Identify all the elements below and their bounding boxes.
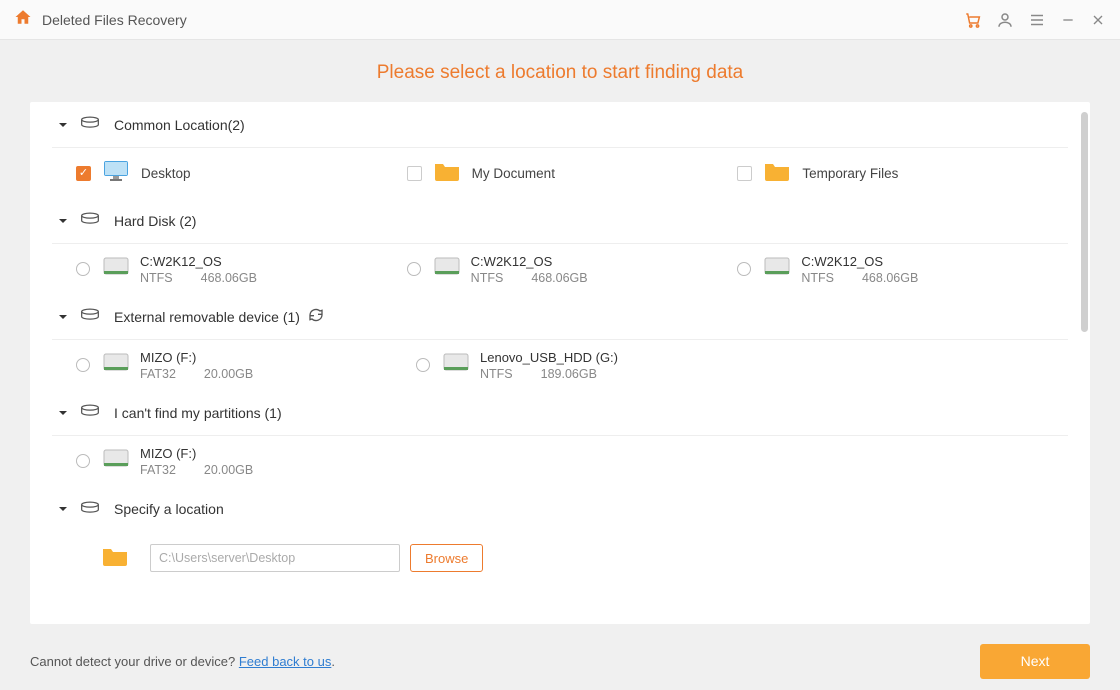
scrollbar-thumb[interactable] <box>1081 112 1088 332</box>
drive-fs: FAT32 <box>140 463 176 477</box>
section-specify-header[interactable]: Specify a location <box>52 486 1068 532</box>
radio-drive[interactable] <box>76 358 90 372</box>
checkbox-tempfiles[interactable] <box>737 166 752 181</box>
section-nopartitions-header[interactable]: I can't find my partitions (1) <box>52 390 1068 436</box>
hdd-icon <box>102 256 130 283</box>
footer-prompt: Cannot detect your drive or device? Feed… <box>30 654 335 669</box>
close-icon[interactable] <box>1090 12 1106 28</box>
hdd-icon <box>102 448 130 475</box>
radio-drive[interactable] <box>76 262 90 276</box>
chevron-down-icon <box>58 309 68 325</box>
section-label: Common Location(2) <box>114 117 245 133</box>
drive-fs: NTFS <box>140 271 173 285</box>
drive-size: 189.06GB <box>541 367 597 381</box>
drive-fs: FAT32 <box>140 367 176 381</box>
drive-size: 468.06GB <box>201 271 257 285</box>
menu-icon[interactable] <box>1028 11 1046 29</box>
mydocument-label: My Document <box>472 166 555 181</box>
external-row: MIZO (F:) FAT32 20.00GB Lenovo_USB_HDD (G:… <box>52 340 1068 390</box>
location-panel: Common Location(2) Desktop My Document T… <box>30 102 1090 624</box>
hdd-icon <box>442 352 470 379</box>
drive-fs: NTFS <box>471 271 504 285</box>
hdd-icon <box>433 256 461 283</box>
folder-icon <box>434 161 460 186</box>
section-label: External removable device (1) <box>114 309 300 325</box>
chevron-down-icon <box>58 213 68 229</box>
page-title: Deleted Files Recovery <box>42 12 964 28</box>
drive-name: C:W2K12_OS <box>140 254 257 269</box>
nopartitions-row: MIZO (F:) FAT32 20.00GB <box>52 436 1068 486</box>
section-label: Specify a location <box>114 501 224 517</box>
folder-icon <box>764 161 790 186</box>
hdd-icon <box>763 256 791 283</box>
radio-drive[interactable] <box>76 454 90 468</box>
section-external-header[interactable]: External removable device (1) <box>52 294 1068 340</box>
drive-fs: NTFS <box>480 367 513 381</box>
user-icon[interactable] <box>996 11 1014 29</box>
subtitle: Please select a location to start findin… <box>0 40 1120 102</box>
radio-drive[interactable] <box>737 262 751 276</box>
harddisk-row: C:W2K12_OS NTFS 468.06GB C:W2K12_OS NTFS 468… <box>52 244 1068 294</box>
drive-size: 20.00GB <box>204 463 253 477</box>
drive-fs: NTFS <box>801 271 834 285</box>
drive-name: C:W2K12_OS <box>801 254 918 269</box>
radio-drive[interactable] <box>416 358 430 372</box>
footer: Cannot detect your drive or device? Feed… <box>0 632 1120 690</box>
home-icon[interactable] <box>14 8 32 31</box>
drive-name: MIZO (F:) <box>140 446 253 461</box>
radio-drive[interactable] <box>407 262 421 276</box>
section-label: Hard Disk (2) <box>114 213 196 229</box>
drive-size: 468.06GB <box>531 271 587 285</box>
tempfiles-label: Temporary Files <box>802 166 898 181</box>
refresh-icon[interactable] <box>308 307 324 326</box>
chevron-down-icon <box>58 405 68 421</box>
hdd-icon <box>102 352 130 379</box>
title-bar: Deleted Files Recovery <box>0 0 1120 40</box>
desktop-label: Desktop <box>141 166 191 181</box>
drive-icon <box>80 500 100 519</box>
folder-icon <box>102 546 128 571</box>
drive-icon <box>80 403 100 422</box>
section-harddisk-header[interactable]: Hard Disk (2) <box>52 198 1068 244</box>
drive-size: 20.00GB <box>204 367 253 381</box>
cart-icon[interactable] <box>964 11 982 29</box>
drive-name: MIZO (F:) <box>140 350 253 365</box>
section-common-header[interactable]: Common Location(2) <box>52 102 1068 148</box>
specify-row: Browse <box>52 532 1068 584</box>
monitor-icon <box>103 160 129 187</box>
chevron-down-icon <box>58 117 68 133</box>
drive-size: 468.06GB <box>862 271 918 285</box>
browse-button[interactable]: Browse <box>410 544 483 572</box>
next-button[interactable]: Next <box>980 644 1090 679</box>
drive-icon <box>80 115 100 134</box>
drive-name: C:W2K12_OS <box>471 254 588 269</box>
drive-name: Lenovo_USB_HDD (G:) <box>480 350 618 365</box>
path-input[interactable] <box>150 544 400 572</box>
drive-icon <box>80 211 100 230</box>
chevron-down-icon <box>58 501 68 517</box>
checkbox-desktop[interactable] <box>76 166 91 181</box>
feedback-link[interactable]: Feed back to us <box>239 654 332 669</box>
checkbox-mydocument[interactable] <box>407 166 422 181</box>
minimize-icon[interactable] <box>1060 12 1076 28</box>
header-actions <box>964 11 1106 29</box>
section-label: I can't find my partitions (1) <box>114 405 282 421</box>
drive-icon <box>80 307 100 326</box>
common-locations-row: Desktop My Document Temporary Files <box>52 148 1068 198</box>
